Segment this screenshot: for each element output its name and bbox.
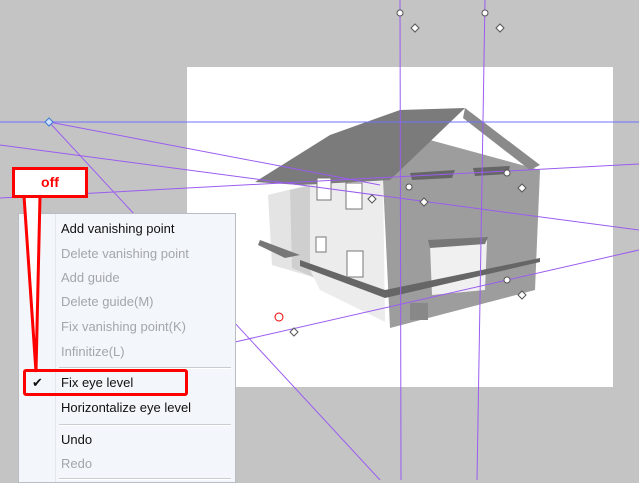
menu-item-undo[interactable]: Undo (61, 429, 92, 451)
menu-gutter (55, 214, 56, 482)
menu-separator (59, 424, 231, 426)
menu-item-infinitize: Infinitize(L) (61, 344, 125, 359)
highlight-box (23, 369, 188, 396)
menu-item-fix-vanishing-point: Fix vanishing point(K) (61, 319, 186, 334)
annotation-callout: off (12, 167, 88, 198)
menu-item-redo: Redo (61, 456, 93, 471)
context-menu: Add vanishing point Delete vanishing poi… (18, 213, 236, 483)
menu-item-add-vanishing-point[interactable]: Add vanishing point (61, 218, 174, 240)
menu-item-add-guide: Add guide (61, 270, 120, 285)
menu-item-delete-vanishing-point: Delete vanishing point (61, 246, 189, 261)
menu-item-delete-guide: Delete guide(M) (61, 294, 154, 309)
menu-item-horizontalize-eye-level[interactable]: Horizontalize eye level (61, 397, 191, 419)
